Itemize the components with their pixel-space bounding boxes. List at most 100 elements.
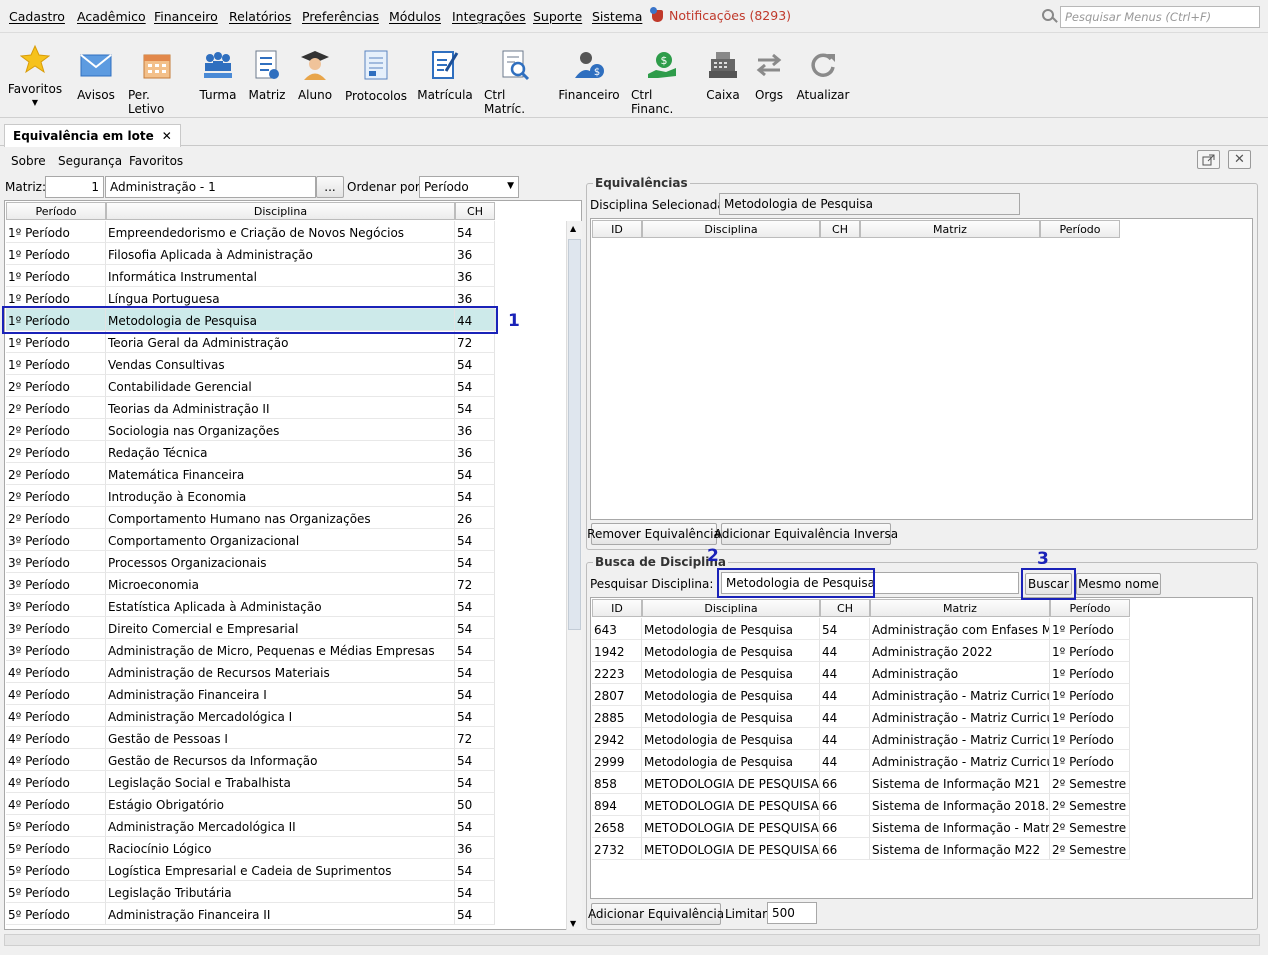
remover-equivalencia-button[interactable]: Remover Equivalência: [587, 523, 721, 545]
menu-financeiro[interactable]: Financeiro: [154, 9, 218, 24]
table-row[interactable]: 1º Período Vendas Consultivas 54: [6, 353, 496, 375]
caixa-button[interactable]: Caixa: [704, 34, 742, 116]
eq-col-disciplina-header[interactable]: Disciplina: [642, 220, 820, 238]
financeiro-button[interactable]: $ Financeiro: [558, 34, 620, 116]
limitar-input[interactable]: 500: [767, 902, 817, 924]
table-row[interactable]: 3º Período Comportamento Organizacional 54: [6, 529, 496, 551]
table-row[interactable]: 5º Período Administração Financeira II 54: [6, 903, 496, 925]
menu-search-input[interactable]: Pesquisar Menus (Ctrl+F): [1060, 6, 1260, 28]
table-row[interactable]: 1º Período Empreendedorismo e Criação de …: [6, 221, 496, 243]
table-row[interactable]: 2658METODOLOGIA DE PESQUISA C...66Sistem…: [592, 816, 1130, 838]
protocolos-button[interactable]: Protocolos: [345, 34, 407, 116]
table-row[interactable]: 2942 Metodologia de Pesquisa 44 Administraç…: [592, 728, 1130, 750]
table-row[interactable]: 5º Período Logística Empresarial e Cadeia…: [6, 859, 496, 881]
vertical-scrollbar[interactable]: ▲ ▼: [566, 221, 582, 930]
matricula-button[interactable]: Matrícula: [417, 34, 473, 116]
bs-col-periodo-header[interactable]: Período: [1050, 599, 1130, 617]
menu-relatorios[interactable]: Relatórios: [229, 9, 291, 24]
table-row[interactable]: 4º Período Gestão de Pessoas I 72: [6, 727, 496, 749]
ctrl-financ-button[interactable]: $ Ctrl Financ.: [631, 34, 693, 116]
table-row[interactable]: 1º Período Filosofia Aplicada à Administr…: [6, 243, 496, 265]
table-row[interactable]: 2807 Metodologia de Pesquisa 44 Administraç…: [592, 684, 1130, 706]
table-row[interactable]: 2º Período Introdução à Economia 54: [6, 485, 496, 507]
table-row[interactable]: 894METODOLOGIA DE PESQUISA C...66Sistema…: [592, 794, 1130, 816]
eq-col-periodo-header[interactable]: Período: [1040, 220, 1120, 238]
col-ch-header[interactable]: CH: [455, 202, 495, 220]
eq-col-ch-header[interactable]: CH: [820, 220, 860, 238]
eq-col-id-header[interactable]: ID: [592, 220, 642, 238]
table-row[interactable]: 2223 Metodologia de Pesquisa 44 Administraç…: [592, 662, 1130, 684]
table-row[interactable]: 5º Período Legislação Tributária 54: [6, 881, 496, 903]
table-row[interactable]: 3º Período Administração de Micro, Pequen…: [6, 639, 496, 661]
table-row[interactable]: 5º Período Raciocínio Lógico 36: [6, 837, 496, 859]
table-row[interactable]: 4º Período Administração Financeira I 54: [6, 683, 496, 705]
bs-col-matriz-header[interactable]: Matriz: [870, 599, 1050, 617]
menu-cadastro[interactable]: Cadastro: [9, 9, 65, 24]
matriz-button[interactable]: Matriz: [247, 34, 287, 116]
table-row[interactable]: 2º Período Sociologia nas Organizações 36: [6, 419, 496, 441]
table-row[interactable]: 4º Período Gestão de Recursos da Informaç…: [6, 749, 496, 771]
table-row[interactable]: 2º Período Contabilidade Gerencial 54: [6, 375, 496, 397]
table-row[interactable]: 4º Período Administração Mercadológica I5…: [6, 705, 496, 727]
horizontal-scrollbar[interactable]: [4, 934, 1260, 946]
submenu-sobre[interactable]: Sobre: [11, 154, 46, 168]
table-row[interactable]: 2999 Metodologia de Pesquisa 44 Administraç…: [592, 750, 1130, 772]
col-disciplina-header[interactable]: Disciplina: [106, 202, 455, 220]
favoritos-button[interactable]: Favoritos ▼: [8, 34, 62, 116]
menu-sistema[interactable]: Sistema: [592, 9, 642, 24]
popout-icon[interactable]: [1197, 150, 1220, 169]
close-icon[interactable]: ✕: [162, 129, 172, 143]
aluno-button[interactable]: Aluno: [295, 34, 335, 116]
menu-integracoes[interactable]: Integrações: [452, 9, 526, 24]
browse-matriz-button[interactable]: ...: [316, 176, 344, 198]
table-row[interactable]: 2º Período Comportamento Humano nas Organ…: [6, 507, 496, 529]
table-row[interactable]: 2º Período Redação Técnica 36: [6, 441, 496, 463]
table-row[interactable]: 3º Período Processos Organizacionais 54: [6, 551, 496, 573]
table-row[interactable]: 643 Metodologia de Pesquisa 54 Administraçã…: [592, 618, 1130, 640]
table-row[interactable]: 4º Período Estágio Obrigatório 50: [6, 793, 496, 815]
bs-col-ch-header[interactable]: CH: [820, 599, 870, 617]
table-row[interactable]: 4º Período Legislação Social e Trabalhist…: [6, 771, 496, 793]
table-row[interactable]: 5º Período Administração Mercadológica II…: [6, 815, 496, 837]
table-row[interactable]: 1º Período Informática Instrumental 36: [6, 265, 496, 287]
orgs-button[interactable]: Orgs: [752, 34, 786, 116]
table-row[interactable]: 3º Período Direito Comercial e Empresaria…: [6, 617, 496, 639]
menu-academico[interactable]: Acadêmico: [77, 9, 146, 24]
tab-equivalencia-em-lote[interactable]: Equivalência em lote ✕: [4, 124, 181, 147]
notifications-link[interactable]: Notificações (8293): [650, 6, 791, 23]
menu-suporte[interactable]: Suporte: [533, 9, 582, 24]
table-row[interactable]: 4º Período Administração de Recursos Mate…: [6, 661, 496, 683]
scroll-down-icon[interactable]: ▼: [570, 919, 576, 928]
eq-col-matriz-header[interactable]: Matriz: [860, 220, 1040, 238]
table-row[interactable]: 3º Período Estatística Aplicada à Adminis…: [6, 595, 496, 617]
submenu-favoritos[interactable]: Favoritos: [129, 154, 183, 168]
matriz-id-field[interactable]: 1: [45, 176, 104, 198]
per-letivo-button[interactable]: Per. Letivo: [128, 34, 186, 116]
bs-col-disciplina-header[interactable]: Disciplina: [642, 599, 820, 617]
atualizar-button[interactable]: Atualizar: [797, 34, 849, 116]
adicionar-equivalencia-inversa-button[interactable]: Adicionar Equivalência Inversa: [714, 523, 898, 545]
matriz-name-field[interactable]: Administração - 1: [105, 176, 316, 198]
close-window-icon[interactable]: ✕: [1228, 150, 1251, 169]
table-row[interactable]: 2732METODOLOGIA DE PESQUISA C...66Sistem…: [592, 838, 1130, 860]
scroll-up-icon[interactable]: ▲: [570, 224, 576, 233]
menu-preferencias[interactable]: Preferências: [302, 9, 379, 24]
table-row[interactable]: 2885 Metodologia de Pesquisa 44 Administraç…: [592, 706, 1130, 728]
mesmo-nome-button[interactable]: Mesmo nome: [1076, 573, 1161, 595]
menu-modulos[interactable]: Módulos: [389, 9, 441, 24]
table-row[interactable]: 3º Período Microeconomia 72: [6, 573, 496, 595]
scrollbar-thumb[interactable]: [568, 239, 581, 630]
table-row[interactable]: 858METODOLOGIA DE PESQUISA C...66Sistema…: [592, 772, 1130, 794]
table-row[interactable]: 2º Período Teorias da Administração II 54: [6, 397, 496, 419]
col-periodo-header[interactable]: Período: [6, 202, 106, 220]
avisos-button[interactable]: Avisos: [76, 34, 116, 116]
submenu-seguranca[interactable]: Segurança: [58, 154, 122, 168]
turma-button[interactable]: Turma: [198, 34, 238, 116]
table-row[interactable]: 1º Período Teoria Geral da Administração 7…: [6, 331, 496, 353]
table-row[interactable]: 1942 Metodologia de Pesquisa 44 Administraç…: [592, 640, 1130, 662]
bs-col-id-header[interactable]: ID: [592, 599, 642, 617]
ordenar-select[interactable]: Período ▼: [419, 176, 519, 198]
table-row[interactable]: 2º Período Matemática Financeira 54: [6, 463, 496, 485]
ctrl-matric-button[interactable]: Ctrl Matríc.: [484, 34, 546, 116]
adicionar-equivalencia-button[interactable]: Adicionar Equivalência: [588, 903, 724, 925]
